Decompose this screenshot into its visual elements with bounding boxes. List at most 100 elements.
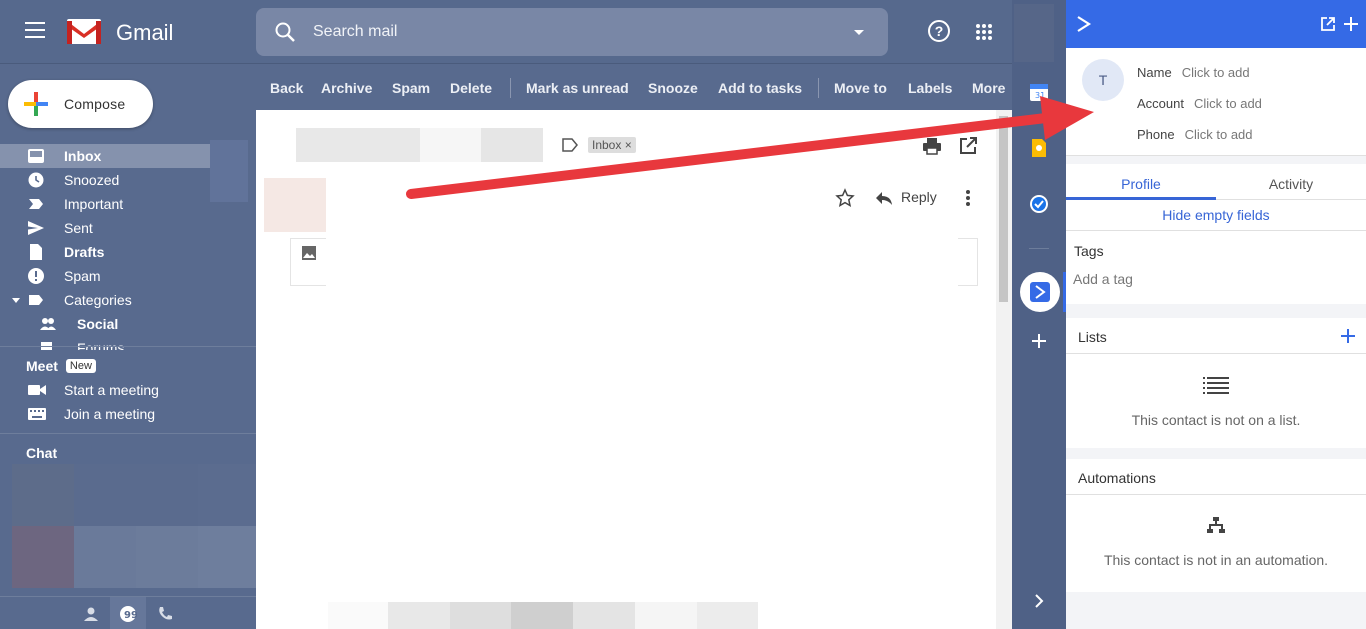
chat-section-title: Chat xyxy=(26,445,58,461)
main-menu-icon[interactable] xyxy=(25,22,45,38)
delete-button[interactable]: Delete xyxy=(450,80,492,96)
redacted-subject xyxy=(481,128,543,162)
snooze-button[interactable]: Snooze xyxy=(648,80,698,96)
archive-button[interactable]: Archive xyxy=(321,80,372,96)
redacted-subject xyxy=(296,128,420,162)
svg-text:31: 31 xyxy=(1035,91,1045,100)
open-external-icon[interactable] xyxy=(1320,16,1336,32)
compose-label: Compose xyxy=(64,96,126,112)
person-icon[interactable] xyxy=(82,605,100,623)
gmail-logo-icon[interactable] xyxy=(66,17,102,45)
star-icon[interactable] xyxy=(835,188,855,208)
strip-divider xyxy=(1029,248,1049,249)
chat-footer: 99 xyxy=(0,596,256,629)
nav-item-sent[interactable]: Sent xyxy=(0,216,210,240)
start-meeting-item[interactable]: Start a meeting xyxy=(0,378,256,402)
redacted-chat-block xyxy=(198,526,260,588)
more-options-icon[interactable] xyxy=(966,190,970,206)
join-meeting-label: Join a meeting xyxy=(64,406,156,422)
label-icon xyxy=(29,295,43,305)
search-icon[interactable] xyxy=(274,21,296,43)
automations-section: Automations This contact is not in an au… xyxy=(1066,459,1366,592)
nav-item-label: Sent xyxy=(64,220,93,236)
phone-icon[interactable] xyxy=(156,605,174,623)
phone-value[interactable]: Click to add xyxy=(1185,127,1253,142)
expand-panel-icon[interactable] xyxy=(1029,591,1049,611)
nav-item-categories[interactable]: Categories xyxy=(0,288,210,312)
contact-panel: T Name Click to add Account Click to add P… xyxy=(1066,0,1366,629)
name-field[interactable]: Name Click to add xyxy=(1137,65,1250,80)
compose-button[interactable]: Compose xyxy=(8,80,153,128)
redacted-footer xyxy=(450,602,511,629)
spam-icon xyxy=(28,268,44,284)
account-value[interactable]: Click to add xyxy=(1194,96,1262,111)
email-scrollbar[interactable] xyxy=(996,110,1012,629)
print-icon[interactable] xyxy=(922,136,942,156)
compose-plus-icon xyxy=(24,92,48,116)
remove-label-icon[interactable]: × xyxy=(625,138,632,152)
add-to-tasks-button[interactable]: Add to tasks xyxy=(718,80,802,96)
scrollbar-thumb[interactable] xyxy=(999,116,1008,302)
nav-item-label: Categories xyxy=(64,292,132,308)
tab-profile[interactable]: Profile xyxy=(1066,176,1216,192)
account-field[interactable]: Account Click to add xyxy=(1137,96,1262,111)
nav-item-label: Important xyxy=(64,196,124,212)
redacted-sender-avatar xyxy=(264,178,326,232)
expand-caret-icon[interactable] xyxy=(12,298,20,303)
add-app-icon[interactable] xyxy=(1029,331,1049,351)
gmail-brand[interactable]: Gmail xyxy=(116,20,173,46)
spam-button[interactable]: Spam xyxy=(392,80,430,96)
mark-unread-button[interactable]: Mark as unread xyxy=(526,80,629,96)
redacted-footer xyxy=(328,602,388,629)
add-tag-input[interactable]: Add a tag xyxy=(1073,271,1133,287)
activecampaign-app-icon[interactable] xyxy=(1030,282,1050,302)
automations-empty-message: This contact is not in an automation. xyxy=(1103,552,1329,568)
nav-item-label: Snoozed xyxy=(64,172,120,188)
send-icon xyxy=(28,221,44,235)
nav-item-label: Spam xyxy=(64,268,101,284)
help-icon[interactable]: ? xyxy=(928,20,950,42)
nav-item-inbox[interactable]: Inbox xyxy=(0,144,210,168)
nav-item-important[interactable]: Important xyxy=(0,192,210,216)
chat-bubble-icon[interactable]: 99 xyxy=(119,605,137,623)
open-in-new-window-icon[interactable] xyxy=(958,136,978,156)
nav-item-spam[interactable]: Spam xyxy=(0,264,210,288)
redacted-chat-block xyxy=(198,464,260,526)
lists-empty-message: This contact is not on a list. xyxy=(1131,412,1301,428)
search-bar[interactable]: Search mail xyxy=(256,8,888,56)
toolbar-divider xyxy=(818,78,819,98)
nav-item-label: Social xyxy=(77,316,119,332)
reply-button[interactable]: Reply xyxy=(901,189,937,205)
join-meeting-item[interactable]: Join a meeting xyxy=(0,402,256,426)
nav-item-social[interactable]: Social xyxy=(0,312,210,336)
more-button[interactable]: More xyxy=(972,80,1005,96)
add-contact-icon[interactable] xyxy=(1343,16,1359,32)
keep-icon[interactable] xyxy=(1029,138,1049,158)
redacted-chat-block xyxy=(136,464,198,526)
apps-grid-icon[interactable] xyxy=(976,24,992,40)
hide-empty-fields-link[interactable]: Hide empty fields xyxy=(1066,200,1366,230)
inbox-label-chip[interactable]: Inbox × xyxy=(588,137,636,153)
toolbar-divider xyxy=(510,78,511,98)
activecampaign-logo-icon[interactable] xyxy=(1074,14,1094,34)
move-to-button[interactable]: Move to xyxy=(834,80,887,96)
keyboard-icon xyxy=(28,408,46,420)
redacted-profile xyxy=(1014,4,1054,62)
nav-item-forums[interactable]: Forums xyxy=(0,336,210,350)
search-input[interactable]: Search mail xyxy=(313,23,397,41)
nav-item-drafts[interactable]: Drafts xyxy=(0,240,210,264)
phone-field[interactable]: Phone Click to add xyxy=(1137,127,1253,142)
labels-button[interactable]: Labels xyxy=(908,80,952,96)
back-button[interactable]: Back xyxy=(270,80,303,96)
nav-item-snoozed[interactable]: Snoozed xyxy=(0,168,210,192)
name-value[interactable]: Click to add xyxy=(1182,65,1250,80)
redacted-footer xyxy=(573,602,635,629)
search-options-icon[interactable] xyxy=(854,30,864,35)
svg-text:99: 99 xyxy=(124,610,137,621)
add-list-icon[interactable] xyxy=(1340,328,1356,344)
tab-activity[interactable]: Activity xyxy=(1216,176,1366,192)
calendar-icon[interactable]: 31 xyxy=(1029,82,1049,102)
tasks-icon[interactable] xyxy=(1029,194,1049,214)
reply-icon[interactable] xyxy=(874,188,894,208)
meet-section-title: Meet New xyxy=(26,358,96,374)
